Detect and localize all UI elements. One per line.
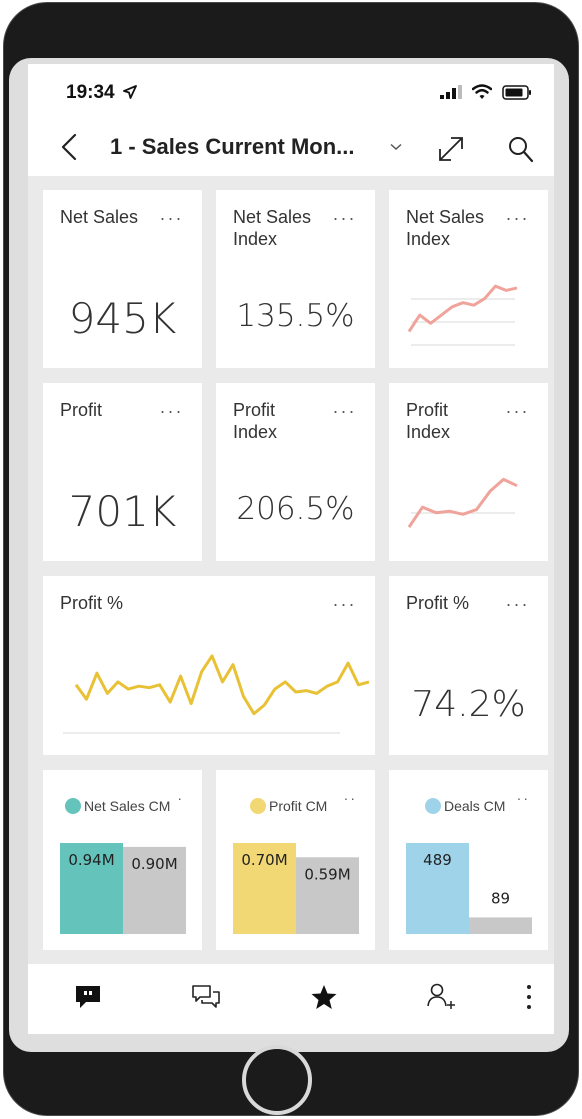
tile-value: 74.2% (411, 684, 526, 725)
tile-deals-cm[interactable]: Deals CM ·· 489 89 (389, 770, 548, 950)
page-title[interactable]: 1 - Sales Current Mon... (110, 134, 355, 160)
bottom-nav (28, 964, 554, 1034)
bar[interactable] (469, 917, 532, 934)
tile-net-sales[interactable]: Net Sales ... 945K (43, 190, 202, 368)
status-time: 19:34 (66, 82, 115, 103)
battery-icon (502, 84, 531, 100)
tile-profit-pct[interactable]: Profit % ... 74.2% (389, 576, 548, 755)
bar-data-label: 0.59M (304, 865, 350, 883)
app-header: 19:34 1 - Sales Current Mon... (28, 64, 554, 176)
tile-title: Profit % (406, 593, 470, 613)
expand-icon[interactable] (436, 134, 466, 164)
more-options-icon[interactable]: ... (160, 397, 184, 418)
tile-title: Profit Index (233, 400, 278, 442)
home-button[interactable] (242, 1045, 312, 1115)
tile-value: 945K (68, 294, 177, 343)
conversations-icon[interactable] (191, 984, 221, 1010)
tile-title: Profit (60, 400, 103, 420)
comment-icon[interactable] (74, 984, 102, 1010)
back-arrow-icon[interactable] (58, 132, 82, 162)
tile-title: Net Sales Index (233, 207, 312, 249)
tile-profit[interactable]: Profit ... 701K (43, 383, 202, 561)
more-options-icon[interactable]: ... (160, 204, 184, 225)
more-vertical-icon[interactable] (526, 984, 532, 1010)
bar-data-label: 0.94M (68, 851, 114, 869)
tile-value: 206.5% (236, 491, 355, 527)
bar-data-label: 489 (423, 851, 452, 869)
profit-cm-bar-chart: 0.70M 0.59M (233, 843, 359, 934)
more-options-icon[interactable]: ... (333, 397, 357, 418)
location-arrow-icon (123, 85, 137, 99)
bar-data-label: 89 (491, 889, 510, 907)
tile-profit-pct-trend[interactable]: Profit % ... (43, 576, 375, 755)
net-sales-index-line-chart (407, 284, 518, 346)
tile-profit-index-trend[interactable]: Profit Index ... (389, 383, 548, 561)
tile-profit-index[interactable]: Profit Index ... 206.5% (216, 383, 375, 561)
more-options-icon[interactable]: ... (506, 590, 530, 611)
add-user-icon[interactable] (426, 982, 456, 1012)
signal-icon (440, 85, 462, 99)
tile-net-sales-index-trend[interactable]: Net Sales Index ... (389, 190, 548, 368)
tile-profit-cm[interactable]: Profit CM ·· 0.70M 0.59M (216, 770, 375, 950)
profit-index-line-chart (407, 477, 518, 528)
net-sales-cm-bar-chart: 0.94M 0.90M (60, 843, 186, 934)
deals-cm-bar-chart: 489 89 (406, 843, 532, 934)
tile-net-sales-cm[interactable]: Net Sales CM · 0.94M 0.90M (43, 770, 202, 950)
status-icons (440, 84, 532, 100)
tile-value: 135.5% (236, 298, 355, 334)
bar-data-label: 0.90M (131, 855, 177, 873)
tile-value: 701K (68, 487, 177, 536)
search-icon[interactable] (508, 136, 534, 164)
wifi-icon (472, 84, 492, 99)
favorite-star-icon[interactable] (310, 983, 338, 1011)
profit-pct-line-chart (63, 654, 370, 734)
more-options-icon[interactable]: ... (333, 204, 357, 225)
tile-net-sales-index[interactable]: Net Sales Index ... 135.5% (216, 190, 375, 368)
tile-title: Net Sales (60, 207, 139, 227)
bar-data-label: 0.70M (241, 851, 287, 869)
app-screen: 19:34 1 - Sales Current Mon... Net Sales… (28, 64, 554, 1034)
chevron-down-icon[interactable] (390, 143, 402, 151)
